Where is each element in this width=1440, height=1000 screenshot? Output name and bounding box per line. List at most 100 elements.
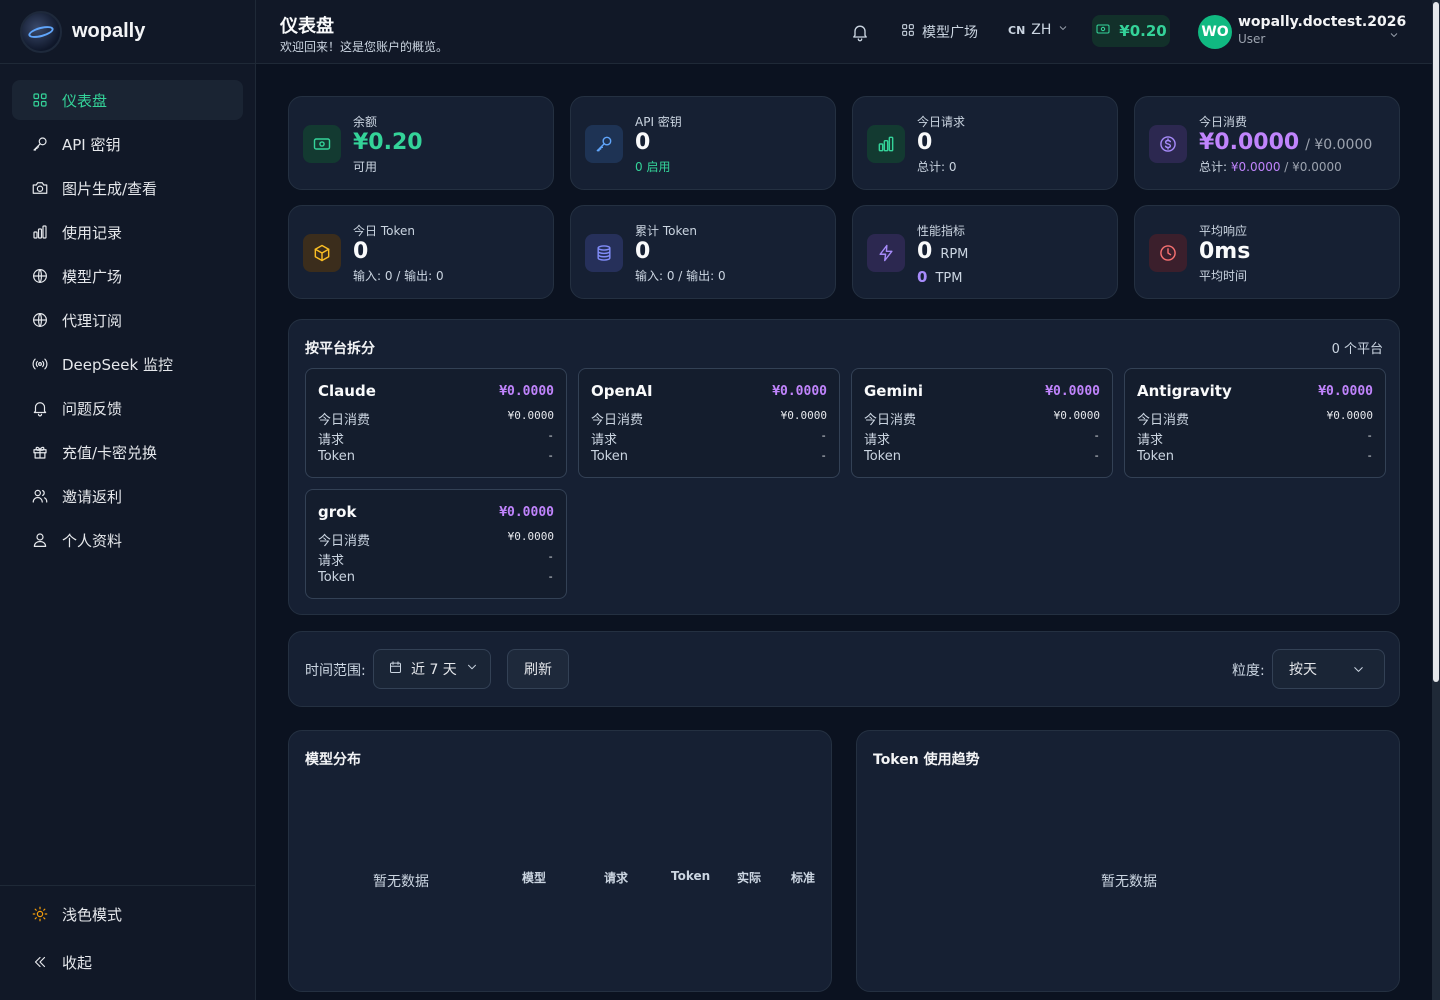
stat-sub: 平均时间: [1199, 269, 1248, 283]
stat-card-today-token: 今日 Token 0 输入: 0 / 输出: 0: [288, 205, 554, 299]
notification-bell-icon[interactable]: [850, 22, 870, 42]
panel-title: 模型分布: [305, 752, 361, 768]
sidebar-item-referral[interactable]: 邀请返利: [12, 476, 243, 516]
stat-sub-prefix: 总计:: [1199, 160, 1231, 174]
platform-cost: ¥0.0000: [499, 505, 554, 520]
platform-card-gemini[interactable]: Gemini ¥0.0000 今日消费 ¥0.0000 请求 - Token -: [851, 368, 1113, 478]
dashboard-icon: [30, 90, 50, 110]
empty-state: 暂无数据: [1101, 874, 1157, 890]
grid-icon: [900, 22, 922, 42]
sidebar-item-proxy[interactable]: 代理订阅: [12, 300, 243, 340]
sidebar-item-recharge[interactable]: 充值/卡密兑换: [12, 432, 243, 472]
stat-card-avg-response: 平均响应 0ms 平均时间: [1134, 205, 1400, 299]
topbar: 仪表盘 欢迎回来！这是您账户的概览。 模型广场 CN ZH ¥0.20 WO w…: [256, 0, 1432, 64]
sidebar-item-deepseek[interactable]: DeepSeek 监控: [12, 344, 243, 384]
bar-chart-icon: [867, 125, 905, 163]
granularity-select[interactable]: 按天: [1272, 649, 1385, 689]
row-label: 今日消费: [318, 534, 371, 549]
stat-sub: 可用: [353, 160, 378, 174]
collapse-button[interactable]: 收起: [12, 942, 243, 982]
users-icon: [30, 486, 50, 506]
row-label: 请求: [591, 433, 618, 448]
row-label: 请求: [864, 433, 891, 448]
sidebar-item-profile[interactable]: 个人资料: [12, 520, 243, 560]
sidebar-item-images[interactable]: 图片生成/查看: [12, 168, 243, 208]
lang-code: CN: [1008, 23, 1026, 37]
row-value: ¥0.0000: [1053, 409, 1100, 422]
row-value: ¥0.0000: [507, 409, 554, 422]
stat-label: 性能指标: [917, 224, 966, 238]
sidebar-item-dashboard[interactable]: 仪表盘: [12, 80, 243, 120]
chevrons-left-icon: [30, 952, 50, 972]
stat-value-group: ¥0.0000 / ¥0.0000: [1199, 130, 1372, 155]
stat-sub: 输入: 0 / 输出: 0: [353, 269, 444, 283]
sidebar-item-usage[interactable]: 使用记录: [12, 212, 243, 252]
platform-row-tokens: Token -: [318, 449, 554, 465]
language-selector[interactable]: CN ZH: [1008, 22, 1069, 38]
platform-row-tokens: Token -: [864, 449, 1100, 465]
sidebar-item-api-keys[interactable]: API 密钥: [12, 124, 243, 164]
sidebar-item-feedback[interactable]: 问题反馈: [12, 388, 243, 428]
sidebar-item-label: 邀请返利: [62, 487, 123, 506]
stat-sub-value: ¥0.0000: [1230, 160, 1281, 174]
platform-cost: ¥0.0000: [1318, 384, 1373, 399]
row-label: Token: [591, 449, 628, 464]
panel-title: Token 使用趋势: [873, 752, 980, 768]
sidebar-item-model-square[interactable]: 模型广场: [12, 256, 243, 296]
sidebar-item-label: 问题反馈: [62, 399, 123, 418]
time-range-select[interactable]: 近 7 天: [373, 649, 491, 689]
collapse-label: 收起: [62, 953, 93, 972]
avatar[interactable]: WO: [1198, 15, 1232, 49]
filter-bar: 时间范围: 近 7 天 刷新 粒度: 按天: [288, 631, 1400, 707]
row-label: 请求: [318, 433, 345, 448]
sidebar-nav: 仪表盘 API 密钥 图片生成/查看 使用记录 模型广场 代理订阅 DeepSe…: [0, 64, 255, 560]
granularity-value: 按天: [1289, 662, 1317, 678]
sidebar-item-label: API 密钥: [62, 135, 121, 154]
dollar-icon: [1149, 125, 1187, 163]
sun-icon: [30, 904, 50, 924]
stat-value: 0: [353, 239, 369, 264]
platform-row-requests: 请求 -: [318, 429, 554, 448]
gift-icon: [30, 442, 50, 462]
row-label: Token: [318, 570, 355, 585]
chevron-down-icon: [465, 660, 479, 678]
stat-value: ¥0.0000: [1199, 130, 1300, 155]
chevron-down-icon[interactable]: [1388, 26, 1400, 38]
globe-icon: [30, 266, 50, 286]
balance-badge[interactable]: ¥0.20: [1092, 15, 1170, 47]
model-square-link[interactable]: 模型广场: [900, 22, 978, 42]
platform-row-today: 今日消费 ¥0.0000: [864, 409, 1100, 428]
platform-card-openai[interactable]: OpenAI ¥0.0000 今日消费 ¥0.0000 请求 - Token -: [578, 368, 840, 478]
platform-cost: ¥0.0000: [772, 384, 827, 399]
stat-card-api-keys: API 密钥 0 0 启用: [570, 96, 836, 190]
platform-row-requests: 请求 -: [1137, 429, 1373, 448]
model-square-label: 模型广场: [922, 25, 978, 41]
brand[interactable]: wopally: [0, 0, 255, 64]
stat-sub: 输入: 0 / 输出: 0: [635, 269, 726, 283]
scrollbar-thumb[interactable]: [1433, 2, 1439, 682]
stat-unit: RPM: [940, 247, 969, 262]
refresh-button[interactable]: 刷新: [507, 649, 569, 689]
stat-label: 平均响应: [1199, 224, 1248, 238]
user-icon: [30, 530, 50, 550]
row-value: -: [547, 570, 554, 583]
clock-icon: [1149, 234, 1187, 272]
row-label: 今日消费: [864, 413, 917, 428]
platform-card-grok[interactable]: grok ¥0.0000 今日消费 ¥0.0000 请求 - Token -: [305, 489, 567, 599]
sidebar-bottom: 浅色模式 收起: [0, 885, 255, 1000]
stat-value: ¥0.20: [353, 130, 423, 155]
page-scrollbar[interactable]: [1432, 0, 1440, 1000]
database-icon: [585, 234, 623, 272]
stat-value: 0: [917, 130, 933, 155]
theme-toggle[interactable]: 浅色模式: [12, 894, 243, 934]
stat-label: 余额: [353, 115, 378, 129]
platform-row-today: 今日消费 ¥0.0000: [1137, 409, 1373, 428]
platform-card-antigravity[interactable]: Antigravity ¥0.0000 今日消费 ¥0.0000 请求 - Toke…: [1124, 368, 1386, 478]
sidebar-item-label: 充值/卡密兑换: [62, 443, 158, 462]
row-label: Token: [864, 449, 901, 464]
user-menu[interactable]: wopally.doctest.2026 User: [1238, 14, 1406, 46]
row-value: ¥0.0000: [1326, 409, 1373, 422]
platform-card-claude[interactable]: Claude ¥0.0000 今日消费 ¥0.0000 请求 - Token -: [305, 368, 567, 478]
row-value: ¥0.0000: [507, 530, 554, 543]
balance-value: ¥0.20: [1119, 22, 1167, 40]
